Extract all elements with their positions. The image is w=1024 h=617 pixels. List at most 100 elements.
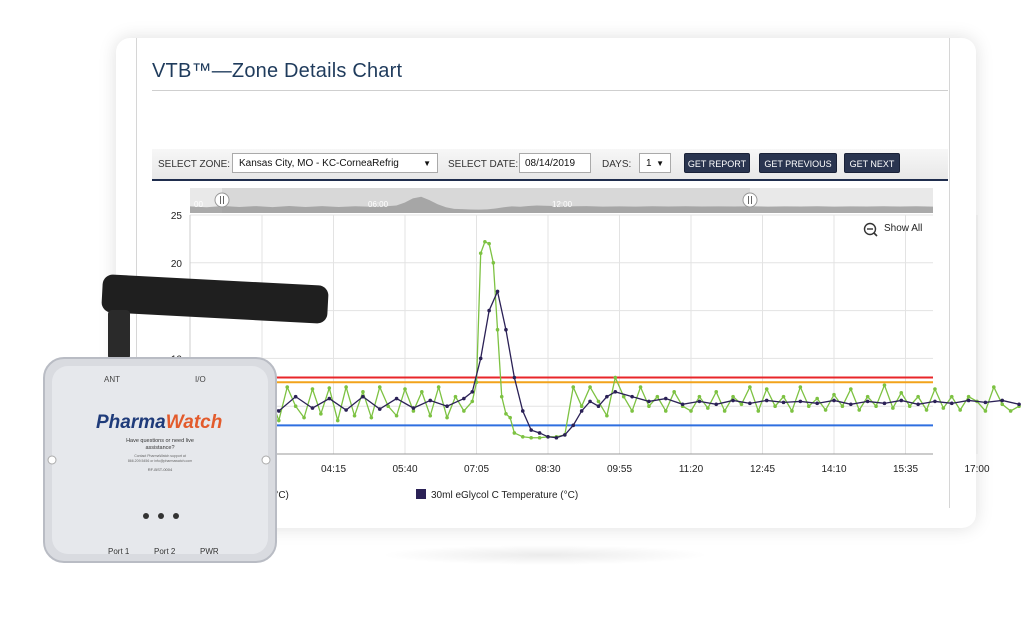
series-point-navy (394, 396, 399, 401)
series-point-green (470, 399, 475, 404)
series-point-navy (832, 398, 836, 403)
series-point-green (773, 404, 777, 409)
series-point-green (487, 241, 491, 246)
series-point-green (840, 404, 845, 409)
series-point-green (571, 385, 576, 389)
range-handle-icon[interactable] (742, 192, 758, 208)
series-point-navy (361, 394, 365, 399)
series-point-navy (344, 408, 348, 412)
show-all-button[interactable]: Show All (863, 222, 923, 237)
series-point-green (714, 390, 719, 394)
x-tick-label: 07:05 (464, 464, 489, 475)
antenna-icon (101, 274, 329, 324)
series-point-navy (588, 399, 592, 404)
series-point-navy (428, 398, 433, 403)
ant-label: ANT (104, 375, 120, 384)
series-point-navy (411, 406, 416, 410)
series-point-green (907, 404, 912, 409)
chart-series (260, 239, 1021, 440)
series-point-navy (849, 402, 853, 407)
series-point-green (352, 413, 357, 418)
x-tick-label: 09:55 (607, 464, 632, 475)
model-number: RF-BST-0004 (148, 467, 173, 472)
series-point-navy (697, 399, 702, 404)
series-point-green (672, 390, 676, 394)
series-point-green (832, 392, 836, 397)
series-point-green (647, 404, 651, 409)
x-tick-label: 14:10 (821, 464, 846, 475)
series-point-navy (798, 399, 803, 404)
brand-part-b: Watch (166, 412, 223, 433)
series-point-green (949, 394, 954, 399)
series-point-green (689, 409, 693, 413)
series-point-green (508, 415, 512, 420)
series-point-green (865, 394, 870, 399)
series-point-green (924, 408, 929, 412)
series-point-navy (966, 398, 971, 403)
series-point-navy (764, 398, 769, 403)
series-point-green (663, 409, 668, 413)
brand-logo: PharmaWatch (96, 412, 222, 433)
series-point-green (882, 383, 887, 387)
series-point-green (823, 408, 828, 412)
series-point-green (874, 404, 878, 409)
y-tick-label: 25 (171, 211, 183, 222)
series-point-navy (445, 404, 449, 409)
series-point-green (806, 404, 811, 409)
zoom-out-icon-handle (873, 232, 878, 237)
series-point-navy (680, 402, 685, 407)
series-point-green (420, 390, 424, 394)
series-point-green (739, 402, 744, 407)
x-tick-label: 08:30 (535, 464, 560, 475)
x-tick-label: 15:35 (893, 464, 918, 475)
range-navigator[interactable]: 00 06:00 12:00 (190, 188, 933, 213)
series-point-navy (949, 401, 954, 406)
series-point-navy (781, 400, 786, 405)
series-point-navy (495, 289, 500, 294)
range-handle-icon[interactable] (214, 192, 230, 208)
series-point-green (344, 385, 348, 389)
series-point-navy (504, 327, 508, 332)
series-point-green (1000, 402, 1005, 407)
series-point-navy (546, 434, 550, 439)
series-point-green (798, 385, 803, 389)
series-point-navy (1017, 402, 1021, 407)
series-point-navy (630, 394, 634, 399)
fine-print-1: Contact PharmaWatch support at (134, 454, 186, 458)
series-point-green (630, 409, 634, 413)
series-point-navy (899, 398, 904, 403)
tagline-2: assistance? (145, 445, 174, 451)
series-point-green (941, 406, 946, 410)
series-point-green (462, 409, 466, 413)
series-point-green (483, 239, 487, 244)
x-tick-label: 17:00 (964, 464, 989, 475)
series-point-green (436, 385, 441, 389)
series-point-green (403, 387, 407, 391)
series-point-green (899, 391, 904, 395)
series-point-navy (487, 308, 491, 313)
series-point-green (731, 394, 735, 399)
series-point-green (781, 394, 786, 399)
series-point-green (933, 387, 937, 391)
port1-label: Port 1 (108, 547, 130, 556)
series-point-green (613, 375, 618, 380)
series-point-green (849, 387, 853, 391)
series-point-green (764, 387, 769, 391)
series-point-green (588, 385, 592, 389)
series-point-green (335, 418, 340, 423)
series-point-green (706, 406, 710, 410)
x-tick-label: 12:45 (750, 464, 775, 475)
series-point-navy (647, 399, 651, 404)
brand-part-a: Pharma (96, 412, 166, 433)
series-point-navy (865, 399, 870, 404)
series-point-green (529, 435, 533, 440)
series-point-navy (512, 375, 517, 380)
series-point-green (579, 404, 584, 409)
led-icon (158, 513, 164, 519)
series-point-green (891, 406, 895, 410)
series-point-green (512, 431, 517, 435)
series-point-navy (714, 402, 719, 407)
x-tick-label: 11:20 (679, 464, 704, 475)
series-point-green (655, 394, 660, 399)
series-point-green (453, 394, 458, 399)
